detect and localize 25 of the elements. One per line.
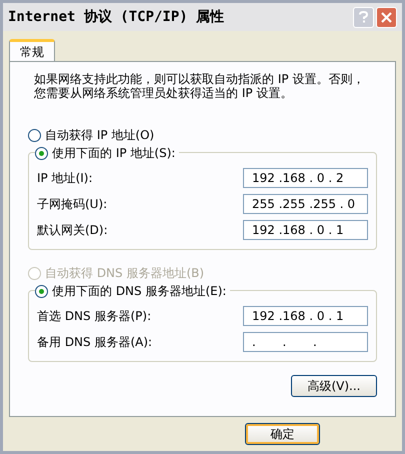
field-label: IP 地址(I): bbox=[37, 170, 93, 187]
window-title: Internet 协议 (TCP/IP) 属性 bbox=[8, 8, 224, 26]
radio-label: 自动获得 IP 地址(O) bbox=[45, 127, 154, 144]
close-icon bbox=[381, 12, 392, 22]
field-label: 子网掩码(U): bbox=[37, 196, 108, 213]
field-label: 默认网关(D): bbox=[37, 222, 108, 239]
ok-button[interactable]: 确定 bbox=[245, 423, 320, 445]
radio-button[interactable] bbox=[35, 146, 48, 160]
ip-address-field[interactable]: 255 .255 .255 . 0 bbox=[243, 194, 368, 214]
field-label: 首选 DNS 服务器(P): bbox=[37, 308, 152, 325]
intro-text: 如果网络支持此功能，则可以获取自动指派的 IP 设置。否则，您需要从网络系统管理员处获得适当的 IP 设置。 bbox=[34, 72, 366, 100]
radio-label: 自动获得 DNS 服务器地址(B) bbox=[45, 265, 204, 282]
ip-address-field[interactable]: 192 .168 . 0 . 1 bbox=[243, 220, 368, 240]
tab[interactable]: 常规 bbox=[9, 39, 55, 61]
ip-address-field[interactable]: 192 .168 . 0 . 1 bbox=[243, 306, 368, 326]
radio-label: 使用下面的 DNS 服务器地址(E): bbox=[52, 283, 226, 300]
ip-address-field[interactable]: . . . bbox=[243, 332, 368, 352]
field-label: 备用 DNS 服务器(A): bbox=[37, 334, 152, 351]
question-mark-icon bbox=[359, 11, 368, 23]
radio-button[interactable] bbox=[28, 128, 41, 142]
radio-label: 使用下面的 IP 地址(S): bbox=[52, 145, 176, 162]
radio-button[interactable] bbox=[35, 284, 48, 298]
ip-address-field[interactable]: 192 .168 . 0 . 2 bbox=[243, 168, 368, 188]
close-button[interactable] bbox=[376, 6, 397, 28]
advanced-button[interactable]: 高级(V)... bbox=[291, 375, 377, 397]
